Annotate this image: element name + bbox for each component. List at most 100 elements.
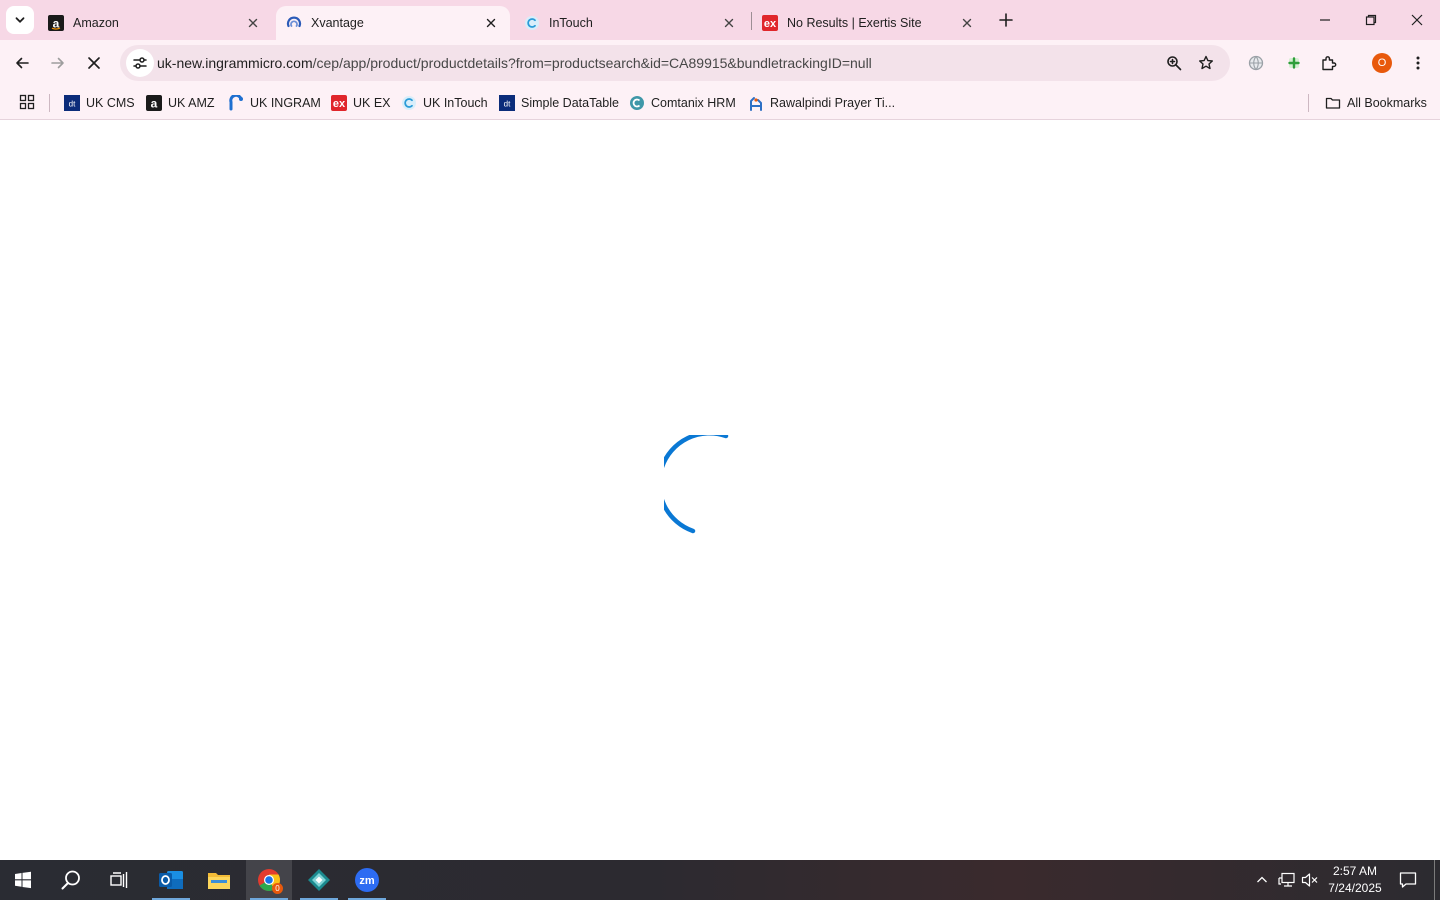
bookmark-label: Rawalpindi Prayer Ti... xyxy=(770,96,896,110)
page-content xyxy=(0,121,1440,860)
show-hidden-icons-button[interactable] xyxy=(1252,860,1272,900)
green-extension-button[interactable] xyxy=(1280,49,1308,77)
task-view-icon xyxy=(110,872,128,888)
diamond-app-taskbar-button[interactable] xyxy=(296,860,342,900)
tab-intouch[interactable]: InTouch xyxy=(514,6,748,40)
bookmark-uk-ingram[interactable]: UK INGRAM xyxy=(228,91,321,115)
network-button[interactable] xyxy=(1276,860,1298,900)
svg-text:ex: ex xyxy=(333,98,346,110)
tab-amazon[interactable]: a Amazon xyxy=(38,6,272,40)
bookmark-uk-amz[interactable]: a UK AMZ xyxy=(146,91,215,115)
close-icon[interactable] xyxy=(244,14,262,32)
chrome-taskbar-button[interactable]: 0 xyxy=(246,860,292,900)
bookmark-rawalpindi-prayer[interactable]: Rawalpindi Prayer Ti... xyxy=(748,91,895,115)
address-bar[interactable]: uk-new.ingrammicro.com/cep/app/product/p… xyxy=(120,45,1230,81)
translate-extension-button[interactable] xyxy=(1242,49,1270,77)
close-window-button[interactable] xyxy=(1394,0,1440,40)
tab-title: Xvantage xyxy=(311,16,364,30)
all-bookmarks-button[interactable]: All Bookmarks xyxy=(1325,91,1427,115)
bookmark-comtanix-hrm[interactable]: Comtanix HRM xyxy=(629,91,736,115)
extensions-button[interactable] xyxy=(1315,49,1343,77)
svg-text:zm: zm xyxy=(359,875,375,887)
start-button[interactable] xyxy=(0,860,46,900)
back-arrow-icon xyxy=(16,57,29,69)
bookmark-star-button[interactable] xyxy=(1195,52,1217,74)
plus-icon xyxy=(999,13,1013,27)
bookmarks-divider xyxy=(49,94,50,112)
svg-text:ex: ex xyxy=(764,18,777,30)
close-icon[interactable] xyxy=(958,14,976,32)
bookmark-label: UK EX xyxy=(353,96,391,110)
bookmarks-divider xyxy=(1308,94,1309,112)
all-bookmarks-label: All Bookmarks xyxy=(1347,96,1427,110)
clock-time: 2:57 AM xyxy=(1332,864,1378,878)
tab-strip: a Amazon Xvantage InTouch ex No Results … xyxy=(0,0,1440,40)
bookmark-label: Simple DataTable xyxy=(521,96,619,110)
zoom-taskbar-button[interactable]: zm xyxy=(344,860,390,900)
windows-start-icon xyxy=(15,871,31,889)
minimize-icon xyxy=(1320,19,1330,21)
restore-icon xyxy=(1365,14,1377,26)
zoom-magnifier-icon xyxy=(1167,56,1182,71)
restore-button[interactable] xyxy=(1348,0,1394,40)
xvantage-icon xyxy=(286,15,302,31)
bookmark-uk-ex[interactable]: ex UK EX xyxy=(331,91,391,115)
outlook-taskbar-button[interactable] xyxy=(148,860,194,900)
tab-exertis[interactable]: ex No Results | Exertis Site xyxy=(752,6,986,40)
file-explorer-icon xyxy=(208,873,230,889)
browser-toolbar: uk-new.ingrammicro.com/cep/app/product/p… xyxy=(0,40,1440,86)
windows-taskbar: 0 zm 2:57 AM 7/24/2025 xyxy=(0,860,1440,900)
prayer-icon xyxy=(748,95,764,111)
tab-search-button[interactable] xyxy=(6,6,34,34)
file-explorer-taskbar-button[interactable] xyxy=(196,860,242,900)
url-text[interactable]: uk-new.ingrammicro.com/cep/app/product/p… xyxy=(157,55,872,71)
extension-plus-icon xyxy=(1288,57,1300,69)
stop-x-icon xyxy=(88,57,100,69)
stop-loading-button[interactable] xyxy=(80,49,108,77)
forward-button[interactable] xyxy=(44,49,72,77)
site-info-button[interactable] xyxy=(126,49,154,77)
forward-arrow-icon xyxy=(51,57,64,69)
svg-text:dt: dt xyxy=(69,100,76,109)
exertis-icon: ex xyxy=(762,15,778,31)
tab-title: Amazon xyxy=(73,16,119,30)
loading-spinner xyxy=(664,435,729,534)
search-button[interactable] xyxy=(48,860,94,900)
amazon-a-icon: a xyxy=(48,15,64,31)
task-view-button[interactable] xyxy=(96,860,142,900)
chevron-up-icon xyxy=(1257,876,1267,883)
minimize-button[interactable] xyxy=(1302,0,1348,40)
bookmarks-bar: dt UK CMS a UK AMZ UK INGRAM ex UK EX UK… xyxy=(0,86,1440,120)
intouch-icon xyxy=(401,95,417,111)
profile-button[interactable]: O xyxy=(1368,49,1396,77)
bookmark-uk-cms[interactable]: dt UK CMS xyxy=(64,91,135,115)
url-host: uk-new.ingrammicro.com xyxy=(157,55,313,71)
zoom-button[interactable] xyxy=(1163,52,1185,74)
app-diamond-icon xyxy=(308,869,330,891)
back-button[interactable] xyxy=(8,49,36,77)
volume-button[interactable] xyxy=(1300,860,1320,900)
bookmark-simple-datatable[interactable]: dt Simple DataTable xyxy=(499,91,619,115)
close-icon[interactable] xyxy=(720,14,738,32)
clock-date: 7/24/2025 xyxy=(1328,881,1382,895)
url-path: /cep/app/product/productdetails?from=pro… xyxy=(312,55,872,71)
new-tab-button[interactable] xyxy=(995,9,1017,31)
action-center-button[interactable] xyxy=(1394,860,1422,900)
bookmark-uk-intouch[interactable]: UK InTouch xyxy=(401,91,488,115)
close-icon[interactable] xyxy=(482,14,500,32)
folder-icon xyxy=(1325,95,1341,111)
chrome-menu-button[interactable] xyxy=(1404,49,1432,77)
show-desktop-button[interactable] xyxy=(1434,860,1440,900)
volume-muted-icon xyxy=(1301,873,1318,887)
taskbar-clock[interactable]: 2:57 AM 7/24/2025 xyxy=(1322,863,1388,897)
star-icon xyxy=(1199,55,1213,70)
tune-icon xyxy=(133,57,147,69)
exertis-icon: ex xyxy=(331,95,347,111)
bookmark-label: UK InTouch xyxy=(423,96,488,110)
puzzle-icon xyxy=(1322,56,1337,71)
apps-button[interactable] xyxy=(16,91,38,113)
dt-icon: dt xyxy=(64,95,80,111)
close-icon xyxy=(1411,14,1423,26)
tab-xvantage[interactable]: Xvantage xyxy=(276,6,510,40)
dt-icon: dt xyxy=(499,95,515,111)
